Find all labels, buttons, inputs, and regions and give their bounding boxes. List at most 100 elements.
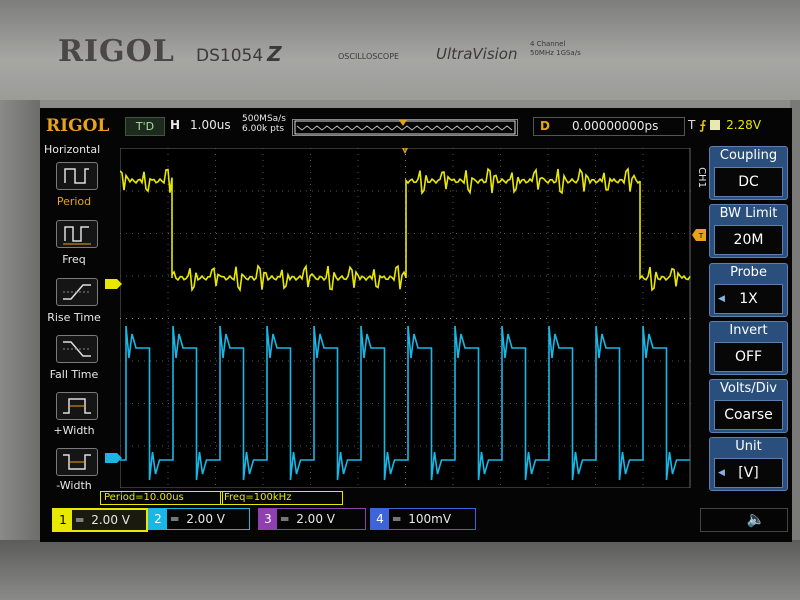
trigger-level-marker[interactable]: T (692, 229, 706, 241)
graticule-dot (357, 394, 359, 395)
graticule-dot (215, 358, 216, 359)
graticule-dot (215, 436, 216, 437)
measure-negative-width-button[interactable] (56, 448, 98, 476)
measure-period-button[interactable] (56, 162, 98, 190)
volts-div-menu[interactable]: Volts/Div Coarse (709, 379, 788, 433)
graticule-dot (262, 406, 264, 407)
graticule-dot (186, 190, 187, 192)
graticule-dot (156, 403, 157, 404)
graticule-dot (600, 403, 601, 404)
coupling-menu[interactable]: Coupling DC (709, 146, 788, 200)
invert-menu[interactable]: Invert OFF (709, 321, 788, 375)
graticule-dot (498, 190, 499, 192)
graticule-dot (684, 233, 685, 234)
graticule-dot (547, 148, 549, 149)
graticule-dot (216, 190, 217, 192)
graticule-dot (258, 275, 259, 277)
graticule-dot (600, 360, 601, 362)
graticule-dot (594, 445, 595, 447)
graticule-dot (558, 318, 559, 319)
graticule-dot (215, 388, 216, 389)
graticule-dot (310, 322, 311, 323)
graticule-dot (405, 406, 406, 407)
brand-logo: RIGOL (58, 34, 175, 69)
graticule-dot (666, 190, 667, 192)
graticule-dot (390, 233, 391, 234)
graticule-dot (500, 334, 501, 335)
graticule-dot (492, 403, 493, 404)
graticule-dot (215, 376, 216, 377)
measure-menu-title: Horizontal (44, 143, 101, 156)
graticule-dot (648, 233, 649, 234)
graticule-dot (660, 403, 661, 404)
graticule-dot (600, 233, 601, 234)
graticule-dot (357, 280, 359, 281)
graticule-dot (357, 262, 359, 263)
graticule-dot (144, 318, 145, 319)
graticule-dot (357, 388, 359, 389)
graticule-dot (576, 318, 577, 319)
graticule-dot (642, 220, 644, 221)
channel-2-scale: 2.00 V (186, 512, 225, 526)
graticule-dot (595, 304, 596, 305)
graticule-dot (618, 233, 619, 234)
graticule-dot (678, 403, 679, 404)
timebase-readout[interactable]: H 1.00us (170, 118, 231, 132)
channel-3-tab[interactable]: 3 ═ 2.00 V (258, 508, 366, 530)
graticule-dot (215, 214, 216, 215)
graticule-dot (642, 298, 644, 299)
graticule-dot (342, 190, 343, 192)
graticule-dot (402, 445, 403, 447)
channel-1-tab[interactable]: 1 ═ 2.00 V (52, 508, 148, 532)
graticule-dot (624, 318, 625, 319)
graticule-dot (357, 184, 359, 185)
channel-1-ground-marker[interactable] (105, 277, 123, 291)
graticule-dot (546, 233, 547, 234)
probe-menu[interactable]: Probe ◀ 1X (709, 263, 788, 317)
graticule-dot (357, 256, 359, 257)
graticule-dot (405, 430, 406, 431)
measure-freq-button[interactable] (56, 220, 98, 248)
graticule-dot (396, 403, 397, 404)
graticule-dot (366, 275, 367, 277)
graticule-dot (348, 190, 349, 192)
bw-limit-menu[interactable]: BW Limit 20M (709, 204, 788, 258)
graticule-dot (215, 316, 216, 317)
graticule-dot (588, 190, 589, 192)
graticule-dot (452, 346, 454, 347)
graticule-dot (642, 244, 644, 245)
graticule-dot (426, 445, 427, 447)
graticule-dot (660, 318, 661, 319)
graticule-dot (310, 466, 311, 467)
graticule-dot (167, 454, 169, 455)
graticule-dot (595, 232, 596, 233)
graticule-dot (204, 233, 205, 234)
trigger-readout[interactable]: T ⨍ 2.28V (688, 117, 788, 134)
speaker-icon[interactable]: 🔈 (736, 510, 776, 528)
channel-2-ground-marker[interactable] (105, 451, 123, 465)
unit-menu[interactable]: Unit ◀ [V] (709, 437, 788, 491)
measure-fall-time-button[interactable] (56, 335, 98, 363)
run-status-badge[interactable]: T'D (125, 117, 165, 136)
channel-4-tab[interactable]: 4 ═ 100mV (370, 508, 476, 530)
graticule-dot (456, 190, 457, 192)
horizontal-delay-readout[interactable]: D 0.00000000ps (533, 117, 685, 136)
graticule-dot (288, 403, 289, 404)
channel-2-tab[interactable]: 2 ═ 2.00 V (148, 508, 250, 530)
rise-time-icon (63, 284, 91, 300)
graticule-dot (215, 172, 216, 173)
graticule-dot (240, 445, 241, 447)
graticule-dot (564, 318, 565, 319)
graticule-dot (595, 160, 596, 161)
graticule-dot (262, 436, 264, 437)
measure-rise-time-button[interactable] (56, 278, 98, 306)
graticule-dot (330, 360, 331, 362)
graticule-dot (310, 388, 311, 389)
graticule-dot (534, 403, 535, 404)
graticule-dot (500, 316, 501, 317)
graticule-dot (215, 286, 216, 287)
graticule-dot (357, 208, 359, 209)
graticule-dot (262, 268, 264, 269)
graticule-dot (432, 275, 433, 277)
measure-positive-width-button[interactable] (56, 392, 98, 420)
